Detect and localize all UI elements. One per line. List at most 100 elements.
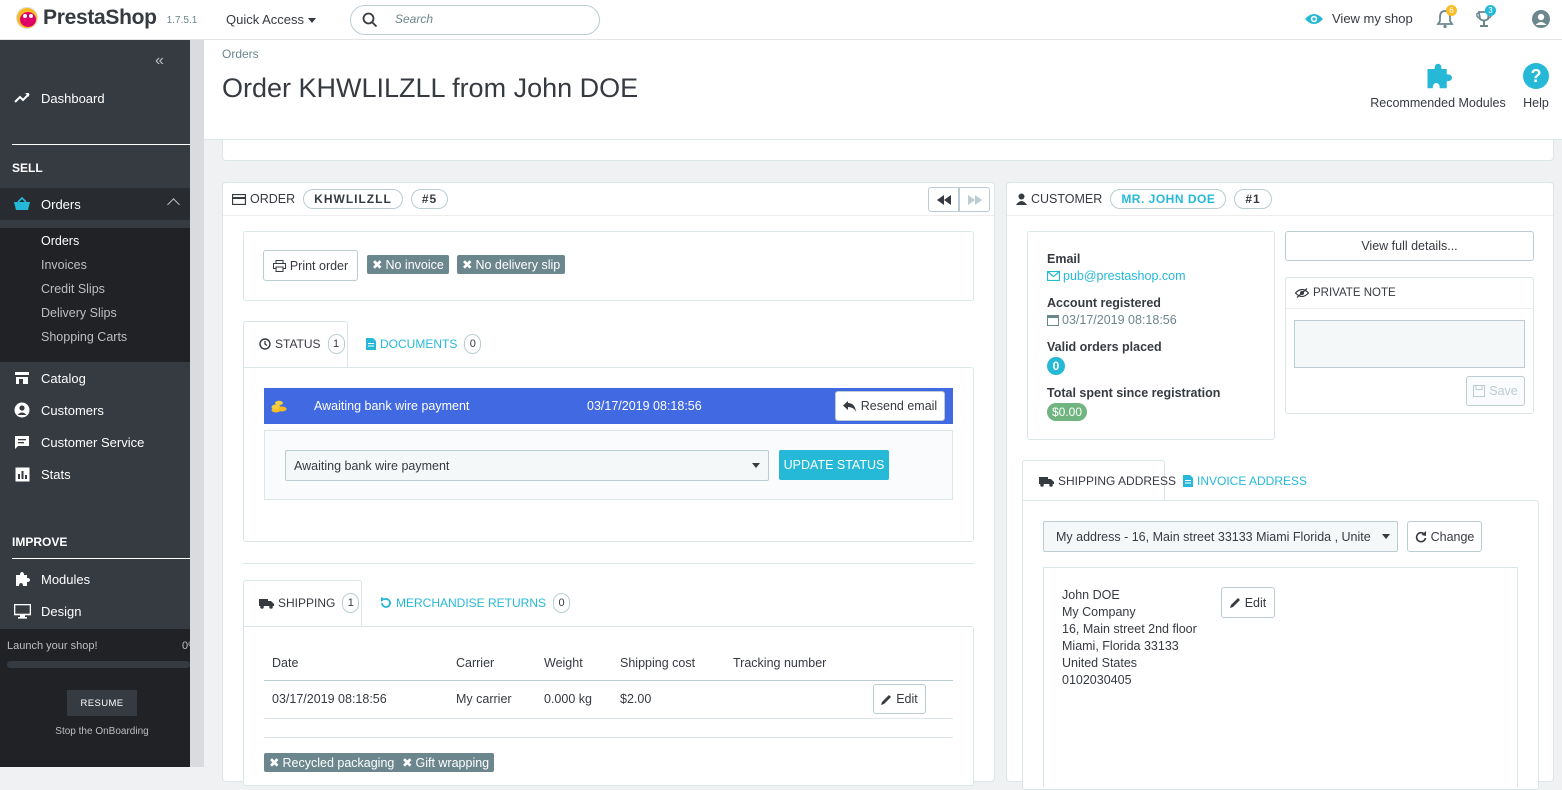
submenu-credit-slips[interactable]: Credit Slips	[41, 282, 105, 296]
search-input[interactable]	[395, 12, 585, 26]
next-order-button[interactable]	[959, 187, 990, 212]
file-icon	[1183, 475, 1193, 487]
nav-design-label: Design	[41, 603, 82, 619]
address-street: 16, Main street 2nd floor	[1062, 622, 1197, 636]
sell-section-title: SELL	[12, 161, 43, 175]
tab-shipping-label[interactable]: SHIPPING 1	[259, 593, 360, 613]
previous-order-button[interactable]	[928, 187, 959, 212]
order-reference-badge: KHWLILZLL	[303, 189, 403, 209]
shipping-cost: $2.00	[620, 692, 652, 706]
nav-stats[interactable]: Stats	[0, 458, 190, 490]
customer-email-link[interactable]: pub@prestashop.com	[1047, 269, 1185, 283]
undo-icon	[381, 597, 391, 608]
page-title: Order KHWLILZLL from John DOE	[222, 73, 639, 103]
close-icon: ✖	[462, 258, 473, 272]
address-select[interactable]: My address - 16, Main street 33133 Miami…	[1043, 521, 1398, 552]
nav-design[interactable]: Design	[0, 595, 190, 627]
resend-email-button[interactable]: Resend email	[835, 391, 945, 421]
chat-icon	[15, 435, 29, 449]
account-circle-icon	[14, 402, 30, 418]
close-icon: ✖	[402, 756, 413, 770]
search-box[interactable]	[350, 5, 600, 35]
notifications-button[interactable]: 6	[1436, 5, 1457, 32]
status-tab-content: Awaiting bank wire payment 03/17/2019 08…	[243, 367, 974, 542]
print-order-button[interactable]: Print order	[263, 250, 358, 281]
achievements-button[interactable]: 3	[1475, 5, 1496, 32]
top-bar: PrestaShop 1.7.5.1 Quick Access View my …	[0, 0, 1562, 40]
view-my-shop-link[interactable]: View my shop	[1304, 11, 1413, 26]
view-full-details-button[interactable]: View full details...	[1285, 231, 1534, 261]
update-status-button[interactable]: UPDATE STATUS	[779, 450, 889, 480]
save-note-button[interactable]: Save	[1466, 376, 1525, 406]
store-icon	[15, 372, 29, 384]
onboarding-progress-bar	[7, 661, 190, 668]
caret-down-icon	[752, 463, 760, 468]
divider	[243, 563, 974, 564]
nav-customer-service-label: Customer Service	[41, 434, 145, 450]
address-phone: 0102030405	[1062, 673, 1132, 687]
user-icon	[1016, 193, 1027, 205]
help-label: Help	[1523, 96, 1549, 110]
shipping-carrier: My carrier	[456, 692, 512, 706]
registered-date: 03/17/2019 08:18:56	[1062, 313, 1177, 327]
submenu-orders[interactable]: Orders	[41, 234, 79, 248]
breadcrumb[interactable]: Orders	[222, 47, 259, 61]
address-lines: John DOE My Company 16, Main street 2nd …	[1062, 587, 1197, 689]
address-tab-content: My address - 16, Main street 33133 Miami…	[1022, 500, 1539, 790]
sidebar-scrollbar[interactable]	[190, 40, 204, 767]
update-status-form: Awaiting bank wire payment UPDATE STATUS	[264, 430, 953, 500]
no-delivery-slip-text: No delivery slip	[475, 257, 561, 272]
change-address-button[interactable]: Change	[1407, 521, 1482, 552]
employee-menu-button[interactable]	[1531, 9, 1551, 32]
tab-shipping-address-label[interactable]: SHIPPING ADDRESS	[1039, 474, 1176, 488]
nav-customers-label: Customers	[41, 402, 104, 418]
recommended-modules-button[interactable]: Recommended Modules	[1369, 62, 1507, 110]
pencil-icon	[881, 694, 892, 705]
registered-label: Account registered	[1047, 296, 1161, 310]
customer-info-box: Email pub@prestashop.com Account registe…	[1027, 231, 1275, 440]
kpi-strip	[222, 140, 1554, 161]
status-select[interactable]: Awaiting bank wire payment	[285, 450, 769, 481]
submenu-invoices[interactable]: Invoices	[41, 258, 87, 272]
tab-invoice-address[interactable]: INVOICE ADDRESS	[1183, 474, 1307, 488]
submenu-delivery-slips[interactable]: Delivery Slips	[41, 306, 117, 320]
print-icon	[272, 259, 286, 272]
nav-customers[interactable]: Customers	[0, 394, 190, 426]
private-note-textarea[interactable]	[1294, 320, 1525, 368]
gift-wrapping-text: Gift wrapping	[415, 755, 490, 770]
trophy-count: 3	[1485, 5, 1496, 16]
address-name: John DOE	[1062, 588, 1120, 602]
quick-access-label: Quick Access	[226, 12, 305, 27]
tab-merchandise-returns[interactable]: MERCHANDISE RETURNS 0	[380, 593, 571, 613]
nav-catalog[interactable]: Catalog	[0, 362, 190, 394]
status-select-value: Awaiting bank wire payment	[294, 459, 450, 473]
caret-down-icon	[1382, 534, 1390, 539]
tab-documents[interactable]: DOCUMENTS 0	[366, 334, 482, 354]
quick-access-dropdown[interactable]: Quick Access	[226, 12, 317, 27]
edit-shipping-button[interactable]: Edit	[873, 684, 926, 714]
address-card: John DOE My Company 16, Main street 2nd …	[1043, 567, 1518, 787]
view-full-details-label: View full details...	[1361, 239, 1458, 253]
envelope-icon	[1047, 271, 1060, 281]
stop-onboarding-link[interactable]: Stop the OnBoarding	[0, 726, 204, 737]
total-spent-badge: $0.00	[1047, 403, 1088, 421]
tab-status-label[interactable]: STATUS 1	[259, 334, 345, 354]
nav-dashboard[interactable]: Dashboard	[0, 82, 190, 114]
coins-icon	[271, 400, 287, 413]
address-country: United States	[1062, 656, 1138, 670]
tab-invoice-address-text: INVOICE ADDRESS	[1197, 474, 1308, 488]
private-note-header: PRIVATE NOTE	[1286, 278, 1533, 309]
submenu-shopping-carts[interactable]: Shopping Carts	[41, 330, 127, 344]
launch-shop-text: Launch your shop!	[7, 640, 98, 652]
address-company: My Company	[1062, 605, 1136, 619]
customer-name-link[interactable]: MR. JOHN DOE	[1110, 189, 1227, 209]
logo[interactable]: PrestaShop 1.7.5.1	[16, 6, 197, 30]
help-button[interactable]: ? Help	[1520, 62, 1552, 110]
column-header-shipping-cost: Shipping cost	[620, 656, 696, 670]
nav-orders[interactable]: Orders	[0, 188, 190, 220]
nav-customer-service[interactable]: Customer Service	[0, 426, 190, 458]
nav-modules[interactable]: Modules	[0, 563, 190, 595]
resume-button[interactable]: RESUME	[66, 689, 138, 717]
collapse-sidebar-icon[interactable]: «	[155, 52, 164, 70]
edit-address-button[interactable]: Edit	[1221, 587, 1275, 618]
